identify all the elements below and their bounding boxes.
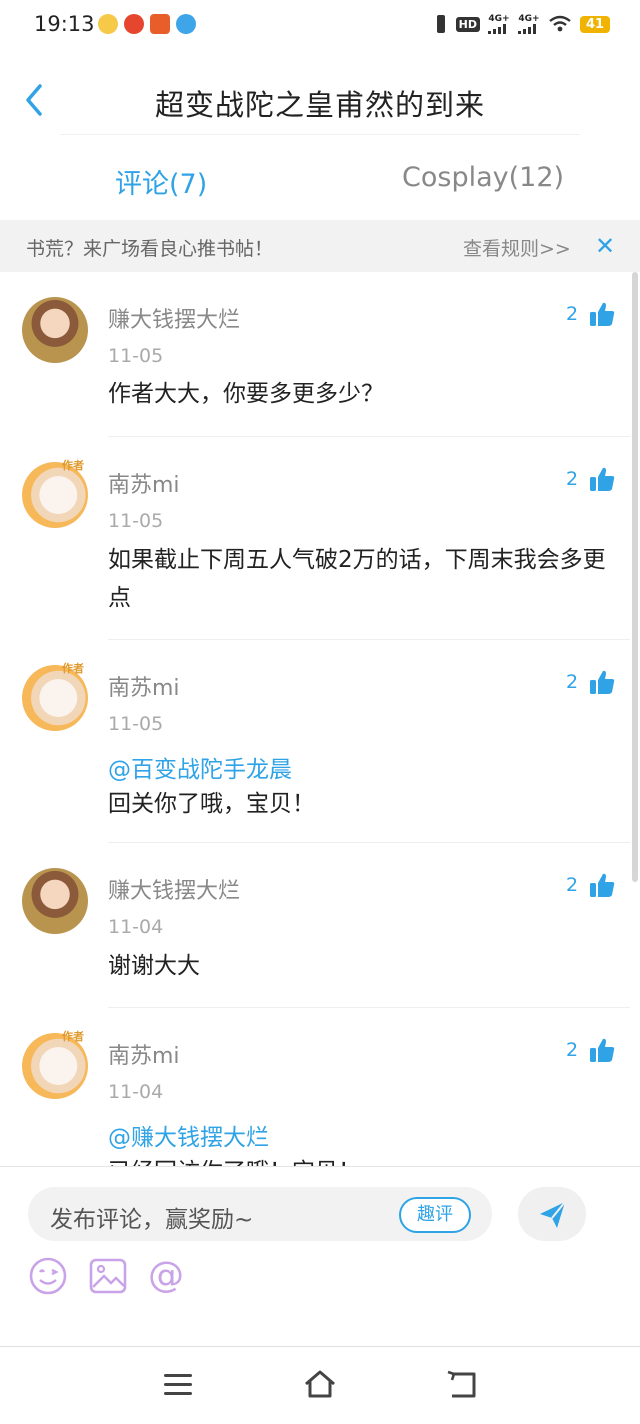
vibrate-icon xyxy=(436,15,445,33)
thumbs-up-icon xyxy=(590,1038,615,1062)
header-divider xyxy=(60,134,580,135)
comment-username[interactable]: 赚大钱摆大烂 xyxy=(108,302,240,334)
comment-text: 回关你了哦，宝贝！ xyxy=(108,791,315,817)
like-button[interactable]: 2 xyxy=(566,300,616,328)
comment-date: 11-05 xyxy=(108,510,164,532)
mention-link[interactable]: @赚大钱摆大烂 xyxy=(108,1118,269,1152)
tab-comments[interactable]: 评论(7) xyxy=(115,162,207,201)
input-placeholder: 发布评论，赢奖励~ xyxy=(50,1207,254,1233)
quping-button[interactable]: 趣评 xyxy=(399,1197,471,1233)
thumbs-up-icon xyxy=(590,302,615,326)
image-icon[interactable] xyxy=(88,1256,128,1296)
tab-cosplay[interactable]: Cosplay(12) xyxy=(402,162,564,193)
status-right: HD 4G+ 4G+ 41 xyxy=(434,14,610,34)
comment-text: 谢谢大大 xyxy=(108,953,200,979)
page-title: 超变战陀之皇甫然的到来 xyxy=(154,88,485,122)
scrollbar[interactable] xyxy=(632,272,638,882)
like-count: 2 xyxy=(566,468,579,490)
notification-icons xyxy=(98,14,196,34)
thumbs-up-icon xyxy=(590,670,615,694)
status-bar: 19:13 HD 4G+ 4G+ 41 xyxy=(0,0,640,50)
comment-item: 赚大钱摆大烂 11-05 作者大大，你要多更多少？ 2 xyxy=(0,272,630,437)
comment-date: 11-04 xyxy=(108,916,164,938)
battery-icon: 41 xyxy=(580,15,610,33)
emoji-icon[interactable] xyxy=(28,1256,68,1296)
like-count: 2 xyxy=(566,874,579,896)
author-badge: 作者 xyxy=(62,459,84,472)
comment-text: 作者大大，你要多更多少？ xyxy=(108,381,384,407)
weibo-icon xyxy=(124,14,144,34)
author-badge: 作者 xyxy=(62,1030,84,1043)
back-nav-icon[interactable] xyxy=(444,1366,480,1402)
comment-item: 作者 南苏mi 11-05 @百变战陀手龙晨 回关你了哦，宝贝！ 2 xyxy=(0,640,630,843)
status-time: 19:13 xyxy=(34,12,95,36)
thumbs-up-icon xyxy=(590,467,615,491)
close-icon[interactable]: ✕ xyxy=(595,232,615,260)
like-count: 2 xyxy=(566,1039,579,1061)
thumbs-up-icon xyxy=(590,873,615,897)
comment-date: 11-05 xyxy=(108,345,164,367)
avatar[interactable] xyxy=(22,297,88,363)
send-icon xyxy=(540,1201,566,1228)
comment-username[interactable]: 赚大钱摆大烂 xyxy=(108,873,240,905)
app-notification-icon xyxy=(98,14,118,34)
like-button[interactable]: 2 xyxy=(566,668,616,696)
comment-input[interactable]: 发布评论，赢奖励~ 趣评 xyxy=(28,1187,492,1241)
avatar[interactable] xyxy=(22,868,88,934)
comment-username[interactable]: 南苏mi xyxy=(108,670,180,702)
signal-icon-2: 4G+ xyxy=(518,14,540,34)
comment-input-panel: 发布评论，赢奖励~ 趣评 @ xyxy=(0,1166,640,1347)
home-icon[interactable] xyxy=(302,1366,338,1402)
comment-text: 如果截止下周五人气破2万的话，下周末我会多更点 xyxy=(108,547,606,611)
comment-username[interactable]: 南苏mi xyxy=(108,1038,180,1070)
like-button[interactable]: 2 xyxy=(566,465,616,493)
signal-icon-1: 4G+ xyxy=(488,14,510,34)
notice-text[interactable]: 书荒？来广场看良心推书帖！ xyxy=(26,234,273,261)
mention-link[interactable]: @百变战陀手龙晨 xyxy=(108,750,292,784)
comment-username[interactable]: 南苏mi xyxy=(108,467,180,499)
notice-bar: 书荒？来广场看良心推书帖！ 查看规则>> ✕ xyxy=(0,220,640,272)
like-count: 2 xyxy=(566,303,579,325)
app-notification-icon-2 xyxy=(150,14,170,34)
like-count: 2 xyxy=(566,671,579,693)
browser-icon xyxy=(176,14,196,34)
view-rules-link[interactable]: 查看规则>> xyxy=(463,234,571,261)
comment-date: 11-05 xyxy=(108,713,164,735)
at-mention-icon[interactable]: @ xyxy=(146,1256,186,1296)
header: 超变战陀之皇甫然的到来 xyxy=(0,60,640,140)
send-button[interactable] xyxy=(518,1187,586,1241)
menu-icon[interactable] xyxy=(160,1366,196,1402)
comment-item: 赚大钱摆大烂 11-04 谢谢大大 2 xyxy=(0,843,630,1008)
hd-icon: HD xyxy=(455,16,480,32)
comment-item: 作者 南苏mi 11-05 如果截止下周五人气破2万的话，下周末我会多更点 2 xyxy=(0,437,630,640)
author-badge: 作者 xyxy=(62,662,84,675)
like-button[interactable]: 2 xyxy=(566,871,616,899)
comment-date: 11-04 xyxy=(108,1081,164,1103)
like-button[interactable]: 2 xyxy=(566,1036,616,1064)
wifi-icon xyxy=(549,15,571,32)
